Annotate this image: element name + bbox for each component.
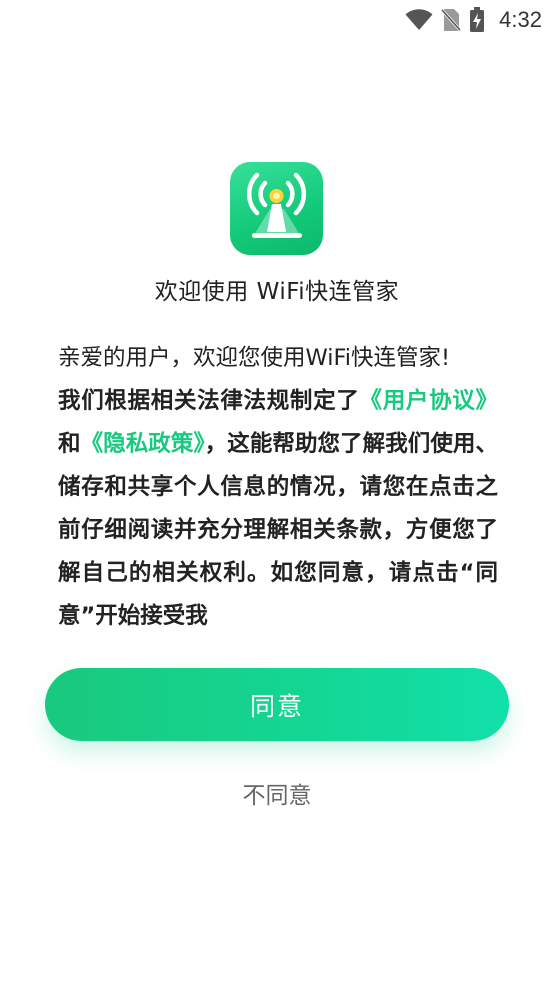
no-sim-icon <box>441 8 462 32</box>
terms-part2: ，这能帮助您了解我们使用、储存和共享个人信息的情况，请您在点击之前仔细阅读并充分… <box>58 431 498 629</box>
app-icon <box>230 162 323 255</box>
terms-scroll-area[interactable]: 亲爱的用户，欢迎您使用WiFi快连管家! 我们根据相关法律法规制定了《用户协议》和… <box>58 337 498 635</box>
agree-button[interactable]: 同意 <box>45 668 509 741</box>
wifi-signal-icon <box>405 9 433 31</box>
terms-conj: 和 <box>58 431 81 457</box>
status-bar: 4:32 <box>0 0 554 40</box>
wifi-tower-icon <box>230 162 323 255</box>
privacy-policy-link[interactable]: 《隐私政策》 <box>81 431 205 457</box>
battery-charging-icon <box>469 7 485 33</box>
terms-intro: 亲爱的用户，欢迎您使用WiFi快连管家! <box>58 345 451 371</box>
terms-part1: 我们根据相关法律法规制定了 <box>58 388 360 414</box>
status-icons: 4:32 <box>405 6 542 34</box>
disagree-button[interactable]: 不同意 <box>177 770 377 816</box>
user-agreement-link[interactable]: 《用户协议》 <box>360 388 498 414</box>
terms-text: 亲爱的用户，欢迎您使用WiFi快连管家! 我们根据相关法律法规制定了《用户协议》和… <box>58 337 498 635</box>
welcome-title: 欢迎使用 WiFi快连管家 <box>154 279 400 305</box>
status-time: 4:32 <box>499 7 542 32</box>
